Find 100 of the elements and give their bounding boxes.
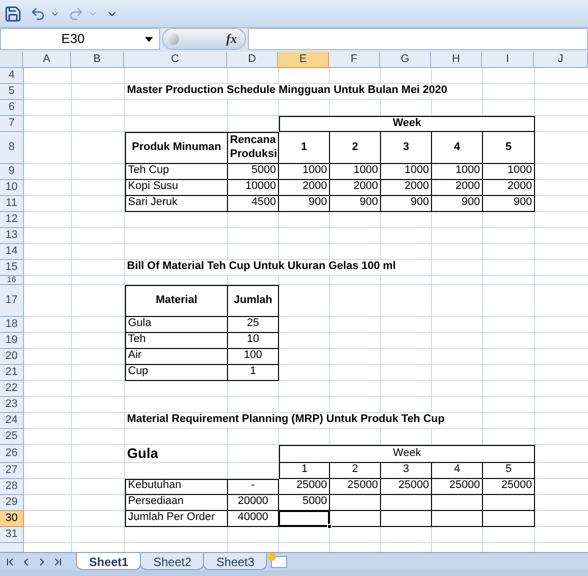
row-header[interactable]: 29 — [0, 495, 24, 511]
grid-cell — [432, 228, 483, 244]
grid-cell — [72, 463, 125, 479]
row-header[interactable]: 17 — [0, 285, 24, 317]
grid-cell — [24, 429, 72, 445]
grid-cell — [483, 276, 535, 285]
row-header[interactable]: 12 — [0, 212, 24, 228]
table-cell: 4500 — [228, 196, 279, 212]
grid-cell — [330, 365, 381, 381]
row-header[interactable]: 6 — [0, 100, 24, 116]
grid-cell — [72, 132, 125, 164]
table-cell: Gula — [125, 317, 228, 333]
table-header: 5 — [483, 132, 535, 164]
grid-cell — [432, 276, 483, 285]
grid-cell — [483, 228, 535, 244]
undo-icon[interactable] — [30, 6, 46, 22]
grid-cell — [330, 212, 381, 228]
row-header[interactable]: 15 — [0, 260, 24, 276]
row-header[interactable]: 7 — [0, 116, 24, 132]
column-header[interactable]: G — [380, 52, 431, 68]
column-header[interactable]: H — [431, 52, 482, 68]
row-header[interactable]: 8 — [0, 132, 24, 164]
grid-cell — [24, 317, 72, 333]
name-box[interactable]: E30 — [0, 28, 160, 50]
table-cell: 25000 — [330, 479, 381, 495]
row-header[interactable]: 24 — [0, 413, 24, 429]
function-button[interactable]: fx — [226, 29, 237, 49]
sheet-tab[interactable]: Sheet3 — [203, 553, 268, 570]
grid-cell — [432, 511, 483, 527]
sheet-tab[interactable]: Sheet1 — [76, 553, 142, 570]
table-cell: 1000 — [330, 164, 381, 180]
row-header[interactable]: 30 — [0, 511, 24, 527]
grid-cell — [381, 381, 432, 397]
column-header[interactable]: E — [278, 52, 329, 68]
grid-cell — [279, 349, 330, 365]
column-header[interactable]: D — [227, 52, 278, 68]
grid-cell — [72, 228, 125, 244]
grid-cell — [279, 381, 330, 397]
grid-cell — [72, 397, 125, 413]
row-header[interactable]: 18 — [0, 317, 24, 333]
grid-cell — [72, 445, 125, 463]
row-header[interactable]: 10 — [0, 180, 24, 196]
grid-cell — [330, 349, 381, 365]
grid-cell — [24, 527, 72, 543]
grid-cell — [228, 445, 279, 463]
row-header[interactable]: 28 — [0, 479, 24, 495]
save-icon[interactable] — [4, 4, 22, 22]
row-header[interactable]: 21 — [0, 365, 24, 381]
row-header[interactable]: 25 — [0, 429, 24, 445]
row-header[interactable]: 5 — [0, 84, 24, 100]
grid-cell — [72, 285, 125, 317]
column-header[interactable]: B — [71, 52, 124, 68]
table-cell: Jumlah Per Order — [125, 511, 228, 527]
handle-icon[interactable] — [167, 33, 179, 45]
column-header[interactable]: A — [23, 52, 71, 68]
table-cell: Teh — [125, 333, 228, 349]
row-header[interactable]: 11 — [0, 196, 24, 212]
first-sheet-icon[interactable] — [4, 556, 16, 568]
row-header[interactable]: 13 — [0, 228, 24, 244]
column-header[interactable]: F — [329, 52, 380, 68]
new-sheet-icon[interactable] — [271, 556, 288, 568]
grid-cell — [381, 228, 432, 244]
grid-cell — [72, 244, 125, 260]
grid-cell — [330, 100, 381, 116]
section-title: Bill Of Material Teh Cup Untuk Ukuran Gelas 100 ml — [125, 260, 396, 275]
table-cell: Teh Cup — [125, 164, 228, 180]
grid-cell — [24, 285, 72, 317]
grid-cell — [432, 429, 483, 445]
grid-cell — [432, 365, 483, 381]
row-header[interactable]: 20 — [0, 349, 24, 365]
grid-cell — [24, 244, 72, 260]
grid-cell — [24, 196, 72, 212]
table-cell: 4 — [432, 463, 483, 479]
grid-cell — [432, 349, 483, 365]
formula-input[interactable] — [248, 28, 588, 50]
grid-cell — [228, 381, 279, 397]
table-cell: 5 — [483, 463, 535, 479]
dropdown-icon[interactable] — [145, 36, 153, 42]
last-sheet-icon[interactable] — [52, 556, 64, 568]
row-header[interactable]: 14 — [0, 244, 24, 260]
grid-cell — [24, 132, 72, 164]
table-cell: 900 — [432, 196, 483, 212]
row-header[interactable]: 26 — [0, 445, 24, 463]
row-header[interactable]: 4 — [0, 68, 24, 84]
grid-cell — [279, 317, 330, 333]
row-header[interactable]: 9 — [0, 164, 24, 180]
row-header[interactable]: 31 — [0, 527, 24, 543]
column-header[interactable]: C — [124, 52, 227, 68]
grid-cell — [24, 479, 72, 495]
row-header[interactable]: 23 — [0, 397, 24, 413]
column-header[interactable]: J — [534, 52, 588, 68]
row-header[interactable]: 22 — [0, 381, 24, 397]
row-header[interactable]: 27 — [0, 463, 24, 479]
table-cell: Persediaan — [125, 495, 228, 511]
grid-cell — [24, 116, 72, 132]
column-header[interactable]: I — [482, 52, 534, 68]
row-header[interactable]: 16 — [0, 276, 24, 285]
grid-cell — [72, 479, 125, 495]
sheet-tab[interactable]: Sheet2 — [140, 553, 204, 570]
row-header[interactable]: 19 — [0, 333, 24, 349]
